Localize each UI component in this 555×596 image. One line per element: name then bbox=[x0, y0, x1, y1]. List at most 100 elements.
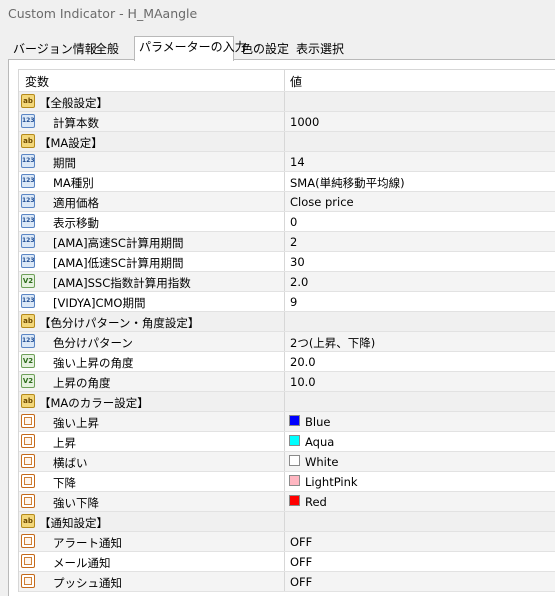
int-icon: 123 bbox=[21, 154, 35, 168]
table-header: 変数 値 bbox=[19, 70, 555, 92]
group-row[interactable]: ab 【全般設定】 bbox=[19, 92, 555, 112]
table-row[interactable]: 123 [AMA]高速SC計算用期間 2 bbox=[19, 232, 555, 252]
variable-label: 【MA設定】 bbox=[39, 136, 103, 150]
variable-label: 上昇 bbox=[53, 436, 76, 450]
value-cell[interactable]: OFF bbox=[285, 572, 555, 591]
color-swatch[interactable] bbox=[289, 495, 300, 506]
color-icon bbox=[21, 414, 35, 428]
color-icon bbox=[21, 574, 35, 588]
tab-input-parameters[interactable]: パラメーターの入力 bbox=[134, 36, 247, 61]
int-icon: 123 bbox=[21, 334, 35, 348]
variable-label: [AMA]高速SC計算用期間 bbox=[53, 236, 184, 250]
variable-label: 色分けパターン bbox=[53, 336, 133, 350]
tab-version-info[interactable]: バージョン情報 bbox=[8, 38, 97, 58]
table-row[interactable]: V2 強い上昇の角度 20.0 bbox=[19, 352, 555, 372]
variable-cell: 123 計算本数 bbox=[19, 112, 285, 131]
table-row[interactable]: 下降 LightPink bbox=[19, 472, 555, 492]
value-cell[interactable]: Red bbox=[285, 492, 555, 511]
column-header-variable[interactable]: 変数 bbox=[19, 70, 285, 91]
table-row[interactable]: 123 [VIDYA]CMO期間 9 bbox=[19, 292, 555, 312]
variable-label: プッシュ通知 bbox=[53, 576, 122, 590]
value-cell[interactable]: LightPink bbox=[285, 472, 555, 491]
ab-icon: ab bbox=[21, 134, 35, 148]
tab-visualization[interactable]: 表示選択 bbox=[290, 38, 350, 58]
color-swatch[interactable] bbox=[289, 415, 300, 426]
value-cell bbox=[285, 92, 555, 111]
title-bar: Custom Indicator - H_MAangle bbox=[0, 0, 555, 30]
color-swatch[interactable] bbox=[289, 435, 300, 446]
value-text: LightPink bbox=[305, 475, 358, 489]
table-row[interactable]: 横ばい White bbox=[19, 452, 555, 472]
variable-cell: 123 [VIDYA]CMO期間 bbox=[19, 292, 285, 311]
color-icon bbox=[21, 434, 35, 448]
table-row[interactable]: 強い上昇 Blue bbox=[19, 412, 555, 432]
variable-cell: ab 【MA設定】 bbox=[19, 132, 285, 151]
value-cell[interactable]: 0 bbox=[285, 212, 555, 231]
table-row[interactable]: V2 上昇の角度 10.0 bbox=[19, 372, 555, 392]
value-text: OFF bbox=[290, 555, 313, 569]
double-icon: V2 bbox=[21, 354, 35, 368]
tab-bar: バージョン情報 全般 パラメーターの入力 色の設定 表示選択 bbox=[0, 36, 555, 61]
color-icon bbox=[21, 534, 35, 548]
table-row[interactable]: 123 計算本数 1000 bbox=[19, 112, 555, 132]
tab-general[interactable]: 全般 bbox=[88, 38, 126, 58]
variable-label: [AMA]低速SC計算用期間 bbox=[53, 256, 184, 270]
int-icon: 123 bbox=[21, 194, 35, 208]
value-cell[interactable]: OFF bbox=[285, 532, 555, 551]
variable-label: 【全般設定】 bbox=[39, 96, 108, 110]
value-cell[interactable]: Aqua bbox=[285, 432, 555, 451]
table-row[interactable]: 123 [AMA]低速SC計算用期間 30 bbox=[19, 252, 555, 272]
variable-label: 【通知設定】 bbox=[39, 516, 108, 530]
table-row[interactable]: 123 MA種別 SMA(単純移動平均線) bbox=[19, 172, 555, 192]
variable-cell: ab 【通知設定】 bbox=[19, 512, 285, 531]
value-cell[interactable]: SMA(単純移動平均線) bbox=[285, 172, 555, 191]
value-cell[interactable]: 10.0 bbox=[285, 372, 555, 391]
group-row[interactable]: ab 【MA設定】 bbox=[19, 132, 555, 152]
value-text: 2つ(上昇、下降) bbox=[290, 336, 376, 350]
color-swatch[interactable] bbox=[289, 455, 300, 466]
value-cell[interactable]: 1000 bbox=[285, 112, 555, 131]
table-row[interactable]: メール通知 OFF bbox=[19, 552, 555, 572]
value-cell[interactable]: 14 bbox=[285, 152, 555, 171]
variable-label: MA種別 bbox=[53, 176, 94, 190]
color-icon bbox=[21, 494, 35, 508]
value-cell[interactable]: 2.0 bbox=[285, 272, 555, 291]
value-cell[interactable]: 2 bbox=[285, 232, 555, 251]
value-cell[interactable]: OFF bbox=[285, 552, 555, 571]
variable-label: 表示移動 bbox=[53, 216, 99, 230]
table-row[interactable]: プッシュ通知 OFF bbox=[19, 572, 555, 592]
value-cell[interactable]: Blue bbox=[285, 412, 555, 431]
color-swatch[interactable] bbox=[289, 475, 300, 486]
group-row[interactable]: ab 【色分けパターン・角度設定】 bbox=[19, 312, 555, 332]
variable-label: 期間 bbox=[53, 156, 76, 170]
value-cell[interactable]: 20.0 bbox=[285, 352, 555, 371]
group-row[interactable]: ab 【MAのカラー設定】 bbox=[19, 392, 555, 412]
value-cell[interactable]: 30 bbox=[285, 252, 555, 271]
value-cell[interactable]: 9 bbox=[285, 292, 555, 311]
variable-cell: V2 強い上昇の角度 bbox=[19, 352, 285, 371]
table-row[interactable]: 123 色分けパターン 2つ(上昇、下降) bbox=[19, 332, 555, 352]
variable-cell: プッシュ通知 bbox=[19, 572, 285, 591]
value-text: SMA(単純移動平均線) bbox=[290, 176, 405, 190]
table-row[interactable]: V2 [AMA]SSC指数計算用指数 2.0 bbox=[19, 272, 555, 292]
variable-cell: 123 [AMA]高速SC計算用期間 bbox=[19, 232, 285, 251]
variable-cell: 123 期間 bbox=[19, 152, 285, 171]
column-header-variable-label: 変数 bbox=[25, 75, 50, 89]
table-row[interactable]: 123 適用価格 Close price bbox=[19, 192, 555, 212]
variable-label: 計算本数 bbox=[53, 116, 99, 130]
parameters-table: 変数 値 ab 【全般設定】 123 計算本数 1000 ab 【MA設定】 123 期間 14 1… bbox=[18, 69, 555, 592]
table-row[interactable]: 強い下降 Red bbox=[19, 492, 555, 512]
variable-label: 強い上昇 bbox=[53, 416, 99, 430]
value-cell[interactable]: Close price bbox=[285, 192, 555, 211]
value-cell[interactable]: White bbox=[285, 452, 555, 471]
table-row[interactable]: 上昇 Aqua bbox=[19, 432, 555, 452]
value-cell[interactable]: 2つ(上昇、下降) bbox=[285, 332, 555, 351]
group-row[interactable]: ab 【通知設定】 bbox=[19, 512, 555, 532]
variable-cell: ab 【MAのカラー設定】 bbox=[19, 392, 285, 411]
table-row[interactable]: 123 期間 14 bbox=[19, 152, 555, 172]
variable-cell: 123 色分けパターン bbox=[19, 332, 285, 351]
variable-label: 【MAのカラー設定】 bbox=[39, 396, 149, 410]
table-row[interactable]: アラート通知 OFF bbox=[19, 532, 555, 552]
table-row[interactable]: 123 表示移動 0 bbox=[19, 212, 555, 232]
column-header-value[interactable]: 値 bbox=[285, 70, 555, 91]
